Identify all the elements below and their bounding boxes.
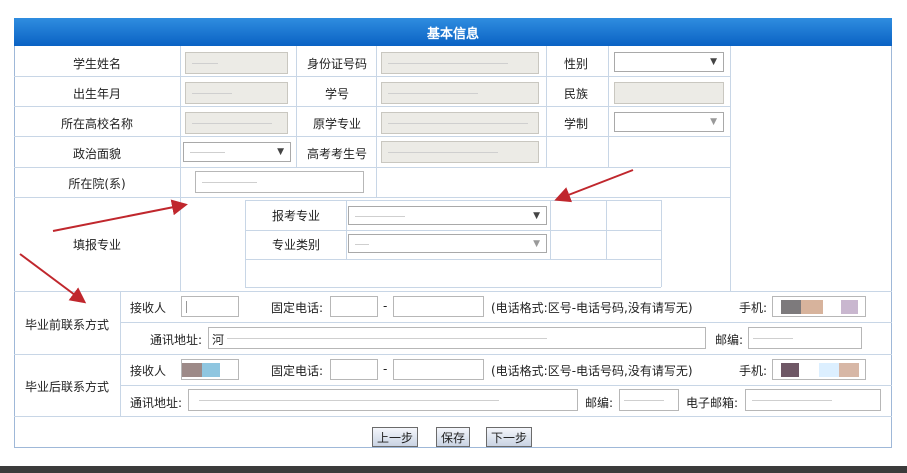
arrow-to-apply-major xyxy=(52,199,188,232)
arrow-to-contact-section xyxy=(19,253,87,304)
annotation-arrows xyxy=(19,169,634,304)
window-bottom-edge xyxy=(0,466,907,473)
arrow-to-major-select xyxy=(554,169,634,203)
